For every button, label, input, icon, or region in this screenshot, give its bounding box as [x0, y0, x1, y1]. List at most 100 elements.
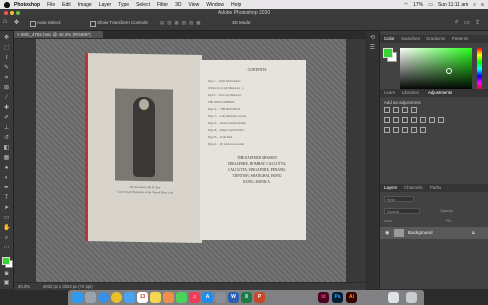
messages-icon[interactable]	[176, 292, 187, 303]
screen-mode-icon[interactable]: ▣	[3, 280, 10, 287]
marquee-tool-icon[interactable]: ⬚	[3, 45, 10, 52]
tab-swatches[interactable]: Swatches	[401, 36, 420, 41]
trash-icon[interactable]	[406, 292, 417, 303]
layer-filter-dropdown[interactable]: Kind	[384, 196, 414, 202]
document-dimensions[interactable]: 4032 px x 3024 px (72 ppi)	[43, 284, 93, 289]
blur-tool-icon[interactable]: ●	[3, 165, 10, 172]
visibility-eye-icon[interactable]: ◉	[385, 230, 389, 236]
type-tool-icon[interactable]: T	[3, 195, 10, 202]
photos-icon[interactable]	[163, 292, 174, 303]
black-white-icon[interactable]	[411, 117, 417, 123]
align-icons[interactable]: ▤▥▦▧▨▩	[160, 20, 204, 26]
quick-mask-icon[interactable]: ◙	[3, 271, 10, 278]
color-picker-cursor[interactable]	[446, 68, 452, 74]
launchpad-icon[interactable]	[85, 292, 96, 303]
menu-filter[interactable]: Filter	[157, 2, 168, 8]
history-brush-tool-icon[interactable]: ↺	[3, 135, 10, 142]
clock[interactable]: Sun 11:11 am	[438, 2, 468, 8]
blend-mode-dropdown[interactable]: Normal	[384, 208, 420, 214]
threshold-icon[interactable]	[402, 127, 408, 133]
calendar-icon[interactable]: 13	[137, 292, 148, 303]
color-picker-field[interactable]	[400, 48, 472, 90]
music-icon[interactable]: ♫	[189, 292, 200, 303]
close-button[interactable]	[4, 11, 8, 15]
gradient-map-icon[interactable]	[411, 127, 417, 133]
invert-icon[interactable]	[384, 127, 390, 133]
chrome-icon[interactable]	[111, 292, 122, 303]
pen-tool-icon[interactable]: ✒	[3, 185, 10, 192]
mail-icon[interactable]	[124, 292, 135, 303]
vibrance-icon[interactable]	[384, 117, 390, 123]
hue-saturation-icon[interactable]	[393, 117, 399, 123]
hand-tool-icon[interactable]: ✋	[3, 225, 10, 232]
tab-adjustments[interactable]: Adjustments	[428, 90, 452, 95]
zoom-level[interactable]: 40.3%	[18, 284, 30, 289]
selective-color-icon[interactable]	[420, 127, 426, 133]
brush-tool-icon[interactable]: ✐	[3, 115, 10, 122]
illustrator-icon[interactable]: Ai	[346, 292, 357, 303]
menu-image[interactable]: Image	[78, 2, 92, 8]
tab-layers[interactable]: Layers	[384, 185, 397, 190]
color-lookup-icon[interactable]	[438, 117, 444, 123]
menu-view[interactable]: View	[189, 2, 200, 8]
share-icon[interactable]: ⇪	[475, 19, 480, 26]
app-menu[interactable]: Photoshop	[14, 2, 40, 8]
excel-icon[interactable]: X	[241, 292, 252, 303]
menu-select[interactable]: Select	[136, 2, 150, 8]
photoshop-icon[interactable]: Ps	[332, 292, 343, 303]
properties-panel-icon[interactable]: ☰	[369, 45, 376, 52]
menu-3d[interactable]: 3D	[175, 2, 181, 8]
levels-icon[interactable]	[393, 107, 399, 113]
tab-paths[interactable]: Paths	[430, 185, 441, 190]
notes-icon[interactable]	[150, 292, 161, 303]
control-center-icon[interactable]: ≡	[481, 2, 484, 8]
menu-type[interactable]: Type	[118, 2, 129, 8]
search-icon[interactable]: ⌕	[455, 19, 458, 26]
healing-brush-tool-icon[interactable]: ✚	[3, 105, 10, 112]
apple-icon[interactable]	[4, 1, 10, 8]
settings-icon[interactable]	[215, 292, 226, 303]
safari-icon[interactable]	[98, 292, 109, 303]
tab-color[interactable]: Color	[384, 36, 395, 41]
show-transform-checkbox[interactable]	[90, 21, 96, 27]
curves-icon[interactable]	[402, 107, 408, 113]
hue-slider[interactable]	[477, 48, 482, 90]
channel-mixer-icon[interactable]	[429, 117, 435, 123]
powerpoint-icon[interactable]: P	[254, 292, 265, 303]
path-selection-tool-icon[interactable]: ➤	[3, 205, 10, 212]
move-tool-icon[interactable]: ✥	[14, 19, 19, 26]
auto-select-checkbox[interactable]	[30, 21, 36, 27]
menu-layer[interactable]: Layer	[99, 2, 112, 8]
tab-learn[interactable]: Learn	[384, 90, 395, 95]
tab-gradients[interactable]: Gradients	[426, 36, 445, 41]
move-tool-icon[interactable]: ✥	[3, 35, 10, 42]
document-tab[interactable]: × IMG_4762.heic @ 40.3% (RGB/8*)	[14, 31, 103, 38]
minimize-button[interactable]	[10, 11, 14, 15]
layer-name[interactable]: Background	[408, 230, 433, 235]
zoom-tool-icon[interactable]: ⌕	[3, 235, 10, 242]
layer-row[interactable]: ◉ Background 🔒︎	[380, 227, 488, 239]
posterize-icon[interactable]	[393, 127, 399, 133]
workspace-icon[interactable]: ▭	[464, 19, 470, 26]
photo-filter-icon[interactable]	[420, 117, 426, 123]
frame-tool-icon[interactable]: ⊠	[3, 85, 10, 92]
tab-channels[interactable]: Channels	[404, 185, 423, 190]
color-balance-icon[interactable]	[402, 117, 408, 123]
foreground-color-swatch[interactable]	[383, 48, 393, 58]
menu-edit[interactable]: Edit	[62, 2, 71, 8]
brightness-icon[interactable]	[384, 107, 390, 113]
canvas-area[interactable]: Her Excellency Mt. R. Kan Consecrated Mi…	[14, 39, 366, 282]
wifi-icon[interactable]: ◠	[404, 2, 408, 8]
tab-libraries[interactable]: Libraries	[402, 90, 419, 95]
menu-help[interactable]: Help	[231, 2, 241, 8]
indesign-icon[interactable]: Id	[318, 292, 329, 303]
gradient-tool-icon[interactable]: ▦	[3, 155, 10, 162]
clone-stamp-tool-icon[interactable]: ⊥	[3, 125, 10, 132]
battery-icon[interactable]: ▭	[428, 2, 433, 8]
rectangle-tool-icon[interactable]: ▭	[3, 215, 10, 222]
crop-tool-icon[interactable]: ⌗	[3, 75, 10, 82]
tab-patterns[interactable]: Patterns	[452, 36, 468, 41]
search-icon[interactable]: ⌕	[473, 2, 476, 8]
appstore-icon[interactable]: A	[202, 292, 213, 303]
more-tools-icon[interactable]: ⋯	[3, 245, 10, 252]
